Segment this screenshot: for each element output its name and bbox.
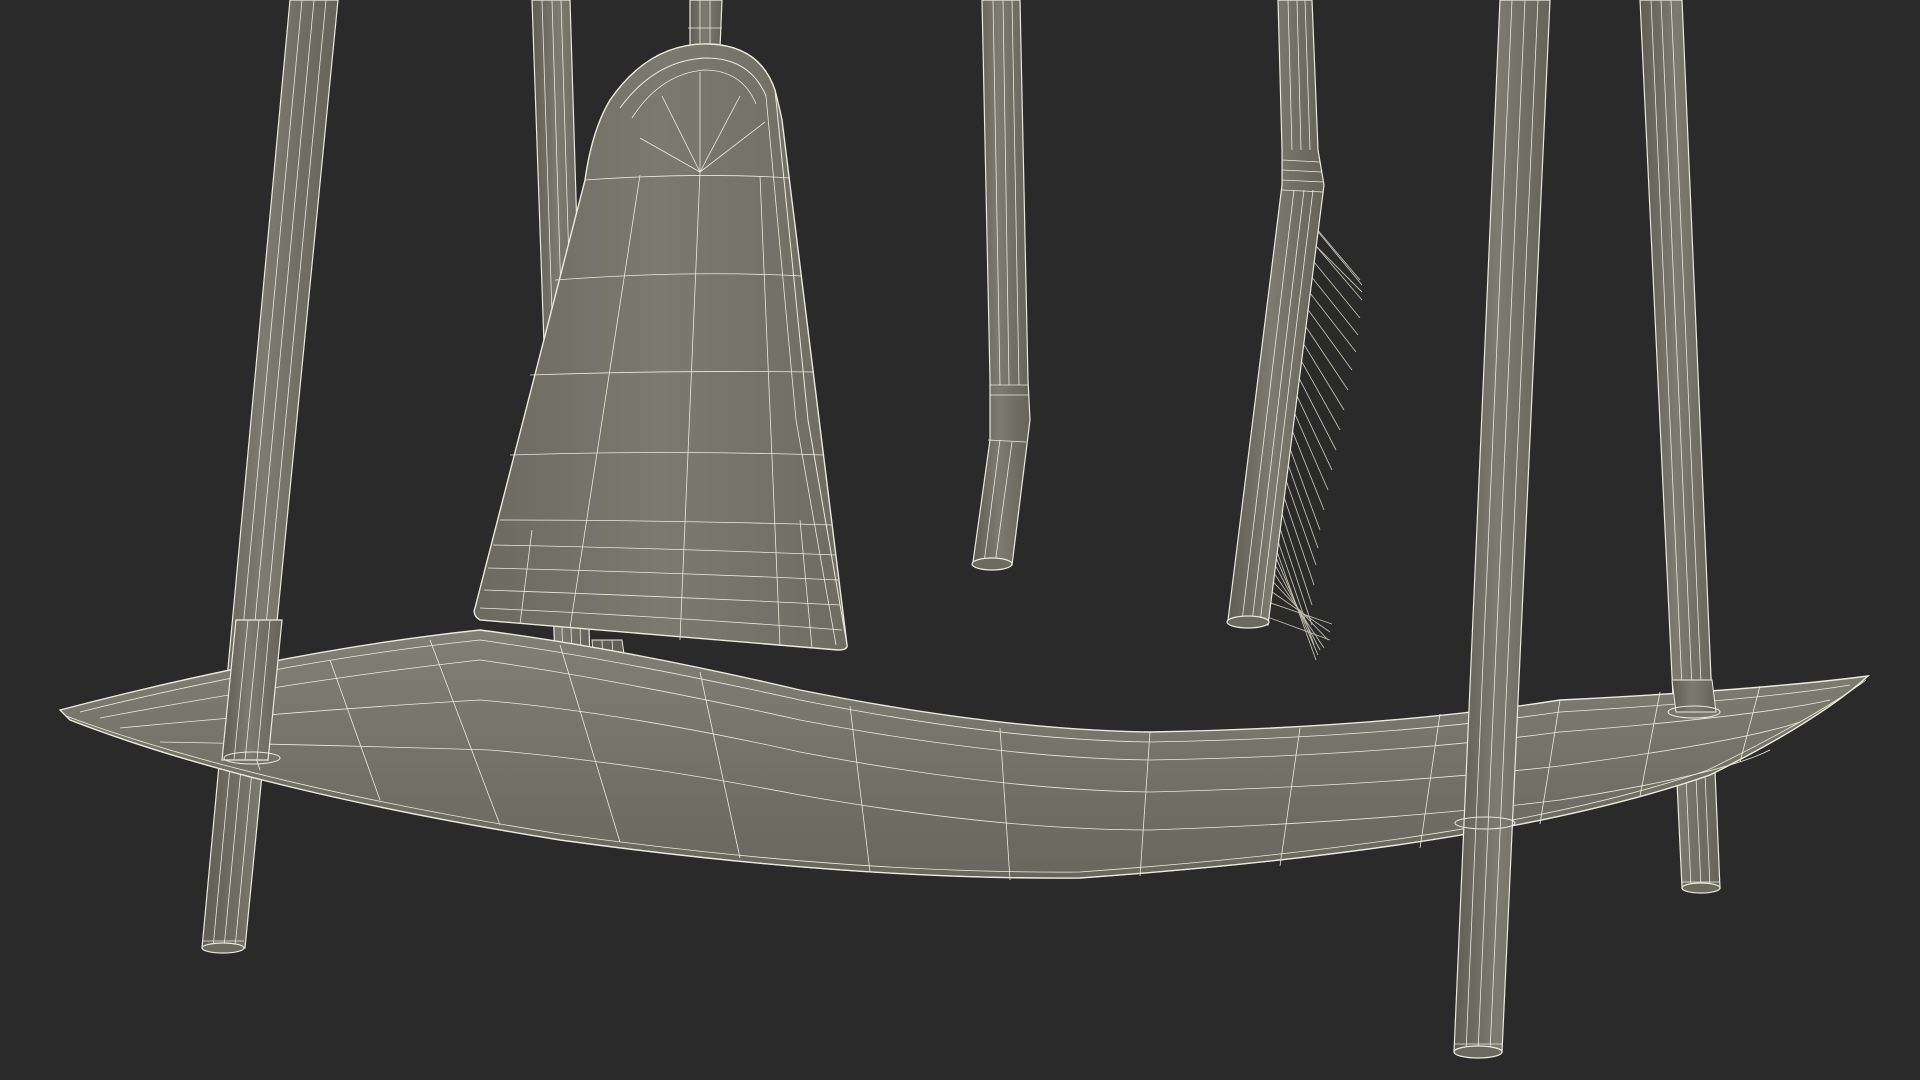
back-right-leg-socket <box>1667 679 1721 719</box>
front-right-leg <box>1453 0 1551 1059</box>
shovel-handle <box>688 0 723 49</box>
wireframe-render <box>58 0 1871 1059</box>
front-left-leg <box>201 0 339 954</box>
poker <box>971 0 1031 571</box>
brush <box>1226 0 1363 661</box>
dustpan <box>473 43 848 651</box>
base-tray <box>58 629 1871 881</box>
